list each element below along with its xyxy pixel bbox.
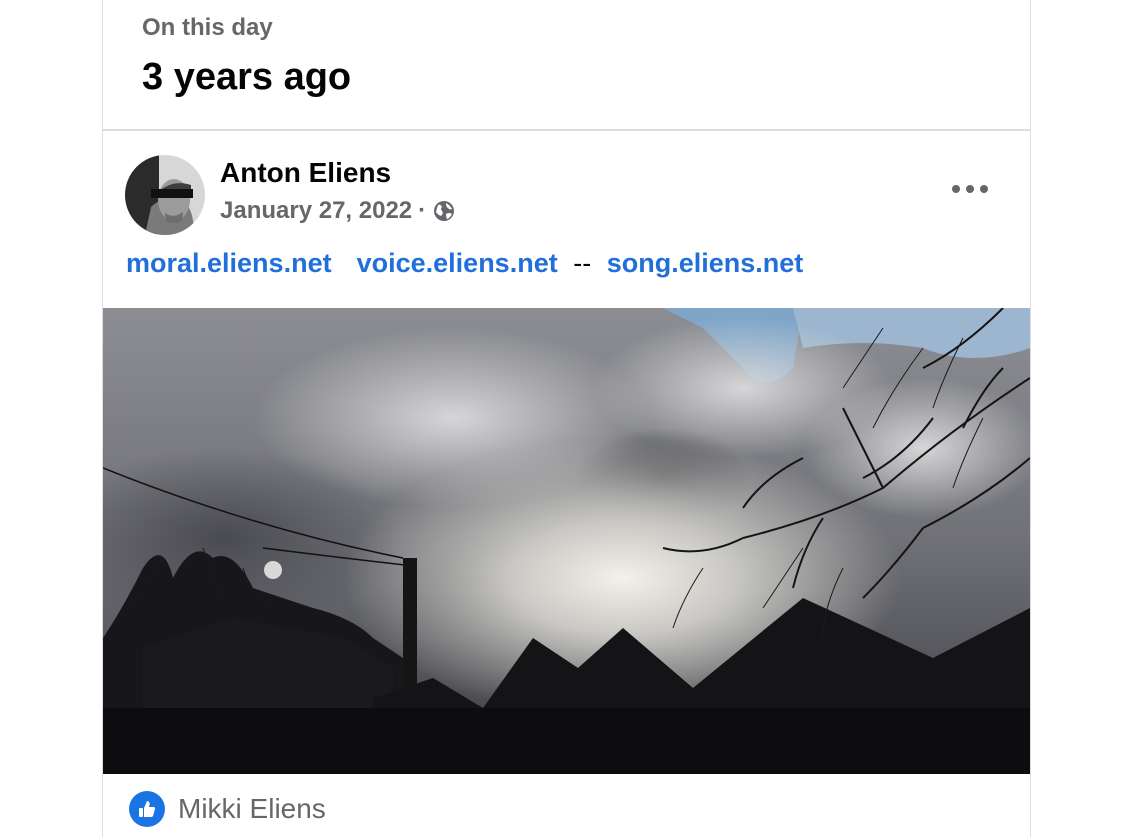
reaction-names[interactable]: Mikki Eliens xyxy=(178,793,326,825)
link-moral[interactable]: moral.eliens.net xyxy=(126,248,332,278)
memory-header: On this day 3 years ago xyxy=(103,0,1030,131)
avatar-image xyxy=(125,155,205,235)
link-voice[interactable]: voice.eliens.net xyxy=(357,248,558,278)
post-header: Anton Eliens January 27, 2022 · xyxy=(103,131,1030,241)
meta-separator: · xyxy=(418,197,427,224)
like-icon xyxy=(129,791,165,827)
post-text: moral.eliens.net voice.eliens.net -- son… xyxy=(126,248,803,279)
more-options-button[interactable] xyxy=(952,175,988,203)
post-photo[interactable] xyxy=(103,308,1030,774)
globe-icon[interactable] xyxy=(432,199,456,223)
memory-label: On this day xyxy=(142,14,273,41)
dot-icon xyxy=(980,185,988,193)
post-date[interactable]: January 27, 2022 xyxy=(220,197,412,225)
dot-icon xyxy=(966,185,974,193)
photo-image xyxy=(103,308,1030,774)
dash-separator: -- xyxy=(573,248,592,278)
memory-card: On this day 3 years ago Anton Eliens Jan… xyxy=(102,0,1031,837)
memory-time-ago: 3 years ago xyxy=(142,56,352,98)
reactions-summary[interactable]: Mikki Eliens xyxy=(129,790,326,828)
post-meta: January 27, 2022 · xyxy=(220,197,456,225)
link-song[interactable]: song.eliens.net xyxy=(607,248,804,278)
avatar[interactable] xyxy=(125,155,205,235)
dot-icon xyxy=(952,185,960,193)
author-name[interactable]: Anton Eliens xyxy=(220,157,391,189)
